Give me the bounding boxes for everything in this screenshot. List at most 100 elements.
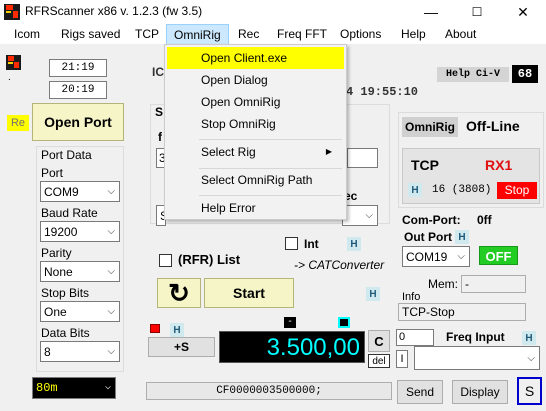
rfr-list-checkbox[interactable] — [159, 254, 172, 267]
port-select[interactable]: COM9 ⌵ — [40, 181, 120, 202]
red-indicator — [150, 324, 160, 333]
menu-select-omnirig-path[interactable]: Select OmniRig Path — [167, 169, 344, 191]
out-port-label: Out Port — [404, 230, 452, 244]
freq-input-field[interactable]: 0 — [396, 329, 434, 346]
menu-rigs-saved[interactable]: Rigs saved — [54, 24, 127, 45]
rx1-label: RX1 — [485, 157, 513, 173]
info-label: Info — [402, 291, 421, 303]
app-icon — [4, 4, 20, 20]
menu-help[interactable]: Help — [394, 24, 433, 45]
submenu-arrow-icon: ▶ — [325, 147, 332, 156]
menu-freq-fft[interactable]: Freq FFT — [270, 24, 334, 45]
start-button[interactable]: Start — [204, 278, 294, 308]
cyan-indicator — [338, 317, 350, 328]
open-port-button[interactable]: Open Port — [32, 103, 124, 141]
display-button[interactable]: Display — [452, 380, 508, 404]
menu-help-error[interactable]: Help Error — [167, 197, 344, 219]
refresh-button[interactable]: ↻ — [157, 278, 201, 308]
menu-rec[interactable]: Rec — [231, 24, 266, 45]
chevron-down-icon: ⌵ — [365, 210, 373, 221]
chevron-down-icon: ⌵ — [107, 186, 115, 197]
cat-converter-label: -> CATConverter — [294, 258, 385, 272]
menu-select-rig[interactable]: Select Rig ▶ — [167, 141, 344, 163]
off-button[interactable]: OFF — [479, 246, 518, 265]
freq-input-help-badge[interactable]: H — [522, 331, 536, 345]
menu-stop-omnirig[interactable]: Stop OmniRig — [167, 113, 344, 135]
stop-bits-label: Stop Bits — [41, 286, 90, 300]
chevron-down-icon: ⌵ — [104, 382, 111, 393]
menu-options[interactable]: Options — [333, 24, 388, 45]
data-bits-label: Data Bits — [41, 326, 90, 340]
minimize-button[interactable]: — — [408, 0, 454, 24]
scan-group-fragment: S — [155, 105, 164, 119]
s-button[interactable]: S — [517, 377, 542, 405]
clear-button[interactable]: C — [368, 330, 390, 352]
i-field[interactable]: I — [396, 350, 408, 368]
f-label-fragment: f — [158, 130, 162, 144]
port-data-title: Port Data — [41, 148, 92, 162]
menu-omnirig[interactable]: OmniRig — [166, 24, 229, 45]
stop-bits-value: One — [44, 305, 67, 319]
menu-select-rig-label: Select Rig — [201, 145, 256, 159]
chevron-down-icon: ⌵ — [527, 353, 535, 364]
tcp-help-badge[interactable]: H — [408, 183, 422, 197]
minus-step-indicator[interactable]: - — [284, 317, 296, 328]
data-bits-value: 8 — [44, 345, 51, 359]
menu-open-client-exe[interactable]: Open Client.exe — [167, 47, 344, 69]
omnirig-dropdown-menu: Open Client.exe Open Dialog Open OmniRig… — [164, 44, 347, 220]
logo-dot: . — [8, 72, 11, 83]
chevron-down-icon: ⌵ — [107, 306, 115, 317]
start-help-badge[interactable]: H — [366, 287, 380, 301]
menu-tcp[interactable]: TCP — [128, 24, 166, 45]
int-help-badge[interactable]: H — [347, 237, 361, 251]
command-display: CF0000003500000; — [146, 382, 392, 400]
help-civ-button[interactable]: Help Ci-V — [437, 67, 509, 82]
stop-button[interactable]: Stop — [497, 182, 537, 199]
com-port-value: 0ff — [477, 213, 492, 227]
datetime-display: 4 19:55:10 — [346, 85, 419, 99]
int-label: Int — [304, 237, 319, 251]
refresh-icon: ↻ — [168, 278, 190, 308]
send-button[interactable]: Send — [397, 380, 443, 404]
clock-utc: 21:19 — [49, 59, 107, 77]
omnirig-label: OmniRig — [402, 117, 458, 137]
stop-bits-select[interactable]: One ⌵ — [40, 301, 120, 322]
mem-label: Mem: — [428, 277, 458, 291]
rfr-list-label: (RFR) List — [178, 252, 241, 267]
chevron-down-icon: ⌵ — [107, 266, 115, 277]
plus-s-button[interactable]: +S — [148, 337, 215, 357]
out-port-select[interactable]: COM19 ⌵ — [402, 246, 470, 267]
maximize-button[interactable]: ☐ — [454, 0, 500, 24]
delete-button[interactable]: del — [368, 354, 390, 368]
port-count: 16 (3808) — [432, 184, 492, 196]
menu-open-dialog[interactable]: Open Dialog — [167, 69, 344, 91]
com-port-label: Com-Port: — [402, 213, 461, 227]
port-value: COM9 — [44, 185, 79, 199]
parity-value: None — [44, 265, 73, 279]
int-checkbox[interactable] — [285, 237, 298, 250]
close-button[interactable]: ✕ — [500, 0, 546, 24]
clock-local: 20:19 — [49, 81, 107, 99]
freq-end-field[interactable] — [347, 148, 378, 168]
parity-select[interactable]: None ⌵ — [40, 261, 120, 282]
menu-separator — [199, 139, 342, 140]
data-bits-select[interactable]: 8 ⌵ — [40, 341, 120, 362]
frequency-value: 3.500,00 — [266, 334, 360, 361]
band-value: 80m — [36, 381, 58, 395]
chevron-down-icon: ⌵ — [457, 251, 465, 262]
band-select[interactable]: 80m ⌵ — [32, 377, 116, 399]
freq-input-select[interactable]: ⌵ — [414, 346, 540, 370]
window-title: RFRScanner x86 v. 1.2.3 (fw 3.5) — [25, 4, 203, 18]
offline-status: Off-Line — [466, 118, 520, 134]
re-label: Re — [7, 115, 29, 131]
baud-select[interactable]: 19200 ⌵ — [40, 221, 120, 242]
ic-fragment: IC — [152, 65, 164, 79]
menu-open-omnirig[interactable]: Open OmniRig — [167, 91, 344, 113]
rec-select[interactable]: ⌵ — [342, 205, 378, 226]
menu-about[interactable]: About — [438, 24, 483, 45]
plus-s-help-badge[interactable]: H — [170, 323, 184, 337]
menu-icom[interactable]: Icom — [7, 24, 47, 45]
baud-label: Baud Rate — [41, 206, 98, 220]
port-label: Port — [41, 166, 64, 180]
out-port-help-badge[interactable]: H — [455, 230, 469, 244]
